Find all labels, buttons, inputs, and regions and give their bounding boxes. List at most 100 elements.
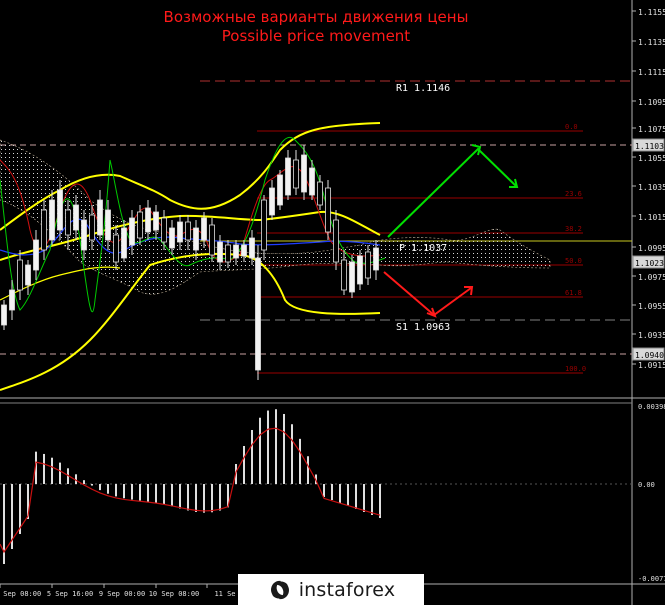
time-tick-label: 9 Sep 00:00	[99, 590, 145, 598]
time-tick-label: 10 Sep 08:00	[149, 590, 200, 598]
candle-body	[301, 154, 307, 193]
candle-body	[277, 174, 283, 206]
price-tick-label: 1.1035	[638, 183, 665, 192]
candle-body	[81, 219, 87, 251]
osc-histogram-bar	[155, 484, 157, 503]
price-tick-label: 1.1155	[638, 8, 665, 17]
time-tick-label: 11 Se	[214, 590, 235, 598]
osc-histogram-bar	[355, 484, 357, 509]
osc-histogram-bar	[203, 484, 205, 513]
candle-body	[233, 244, 239, 259]
candle-body	[333, 219, 339, 263]
osc-histogram-bar	[163, 484, 165, 505]
price-tick-label: 1.1095	[638, 98, 665, 107]
candle-body	[241, 244, 247, 257]
price-tick-label: 1.0995	[638, 244, 665, 253]
price-axis-labels: 1.1155 1.1135 1.1115 1.1095 1.1075 1.1055 1.10…	[632, 8, 665, 370]
osc-histogram-bar	[267, 410, 269, 484]
osc-histogram-bar	[291, 424, 293, 484]
candle-body	[17, 259, 23, 291]
candle-body	[249, 237, 255, 259]
osc-histogram-bar	[139, 484, 141, 501]
osc-histogram-bar	[371, 484, 373, 515]
osc-label-bottom: -0.00771	[638, 575, 665, 583]
price-chart[interactable]: 0.023.638.250.061.8100.0 R1 1.1146P 1.10…	[0, 0, 665, 605]
candle-body	[41, 209, 47, 251]
osc-histogram-bar	[307, 456, 309, 484]
osc-histogram-bar	[211, 484, 213, 513]
osc-histogram-bar	[123, 484, 125, 499]
time-tick-label: 4 Sep 08:00	[0, 590, 41, 598]
osc-histogram-bar	[219, 484, 221, 511]
price-tick-label: 1.0915	[638, 361, 665, 370]
s1-label: S1 1.0963	[396, 322, 450, 333]
candle-body	[201, 217, 207, 241]
osc-histogram-bar	[147, 484, 149, 502]
time-axis-labels: 4 Sep 08:00 5 Sep 16:00 9 Sep 00:00 10 Sep …	[0, 584, 236, 598]
candle-body	[269, 187, 275, 216]
price-tick-label: 1.1115	[638, 68, 665, 77]
price-tick-label: 1.1135	[638, 38, 665, 47]
fib-label-f100: 100.0	[565, 365, 586, 373]
candle-body	[177, 221, 183, 243]
osc-histogram-bar	[187, 484, 189, 511]
osc-histogram-bar	[179, 484, 181, 509]
osc-histogram-bar	[323, 484, 325, 497]
candle-body	[373, 247, 379, 271]
price-tag-bottom: 1.0940	[635, 351, 664, 360]
fib-label-f382: 38.2	[565, 225, 582, 233]
candle-body	[285, 157, 291, 196]
price-tick-label: 1.0975	[638, 273, 665, 282]
candle-body	[217, 241, 223, 263]
osc-histogram-bar	[115, 484, 117, 497]
osc-histogram-bar	[299, 438, 301, 484]
osc-histogram-bar	[363, 484, 365, 512]
candle-body	[365, 251, 371, 279]
price-tag-fib-top: 1.1103	[635, 142, 664, 151]
osc-histogram-bar	[131, 484, 133, 500]
price-tick-label: 1.1075	[638, 125, 665, 134]
candle-body	[193, 227, 199, 251]
osc-histogram-bar	[51, 457, 53, 484]
candle-body	[105, 209, 111, 241]
osc-histogram-bar	[339, 484, 341, 503]
ichimoku-cloud	[0, 139, 551, 295]
osc-histogram-bar	[43, 453, 45, 484]
candle-body	[121, 227, 127, 259]
fib-label-f618: 61.8	[565, 289, 582, 297]
osc-histogram-bar	[171, 484, 173, 507]
osc-histogram-bar	[91, 484, 93, 486]
osc-label-zero: 0.00	[638, 481, 655, 489]
price-tick-label: 1.1015	[638, 213, 665, 222]
bearish-forecast-arrow	[383, 271, 472, 317]
candle-body	[9, 289, 15, 311]
candle-body	[153, 211, 159, 231]
price-tick-label: 1.0935	[638, 331, 665, 340]
osc-histogram-bar	[59, 462, 61, 484]
osc-histogram-bar	[275, 409, 277, 484]
candle-body	[65, 209, 71, 236]
price-tag-current: 1.1023	[635, 259, 664, 268]
candle-body	[113, 234, 119, 263]
ichimoku-cloud-area	[0, 139, 551, 295]
osc-histogram-bar	[251, 429, 253, 484]
candle-body	[293, 159, 299, 189]
instaforex-logo-text: instaforex	[298, 578, 396, 601]
fib-label-f50: 50.0	[565, 257, 582, 265]
candle-body	[349, 261, 355, 293]
candle-body	[225, 244, 231, 263]
candle-body	[145, 207, 151, 233]
fib-label-f0: 0.0	[565, 123, 578, 131]
osc-histogram-bar	[195, 484, 197, 512]
candle-body	[25, 264, 31, 286]
macd-oscillator: 0.00398 0.00 -0.00771	[0, 403, 665, 583]
instaforex-logo: instaforex	[238, 574, 424, 605]
osc-histogram-bar	[259, 417, 261, 484]
candle-body	[57, 189, 63, 231]
osc-histogram-bar	[99, 484, 101, 491]
candle-body	[33, 239, 39, 271]
fib-label-f236: 23.6	[565, 190, 582, 198]
price-tick-label: 1.0955	[638, 302, 665, 311]
candle-body	[129, 217, 135, 246]
osc-histogram-bar	[83, 480, 85, 484]
